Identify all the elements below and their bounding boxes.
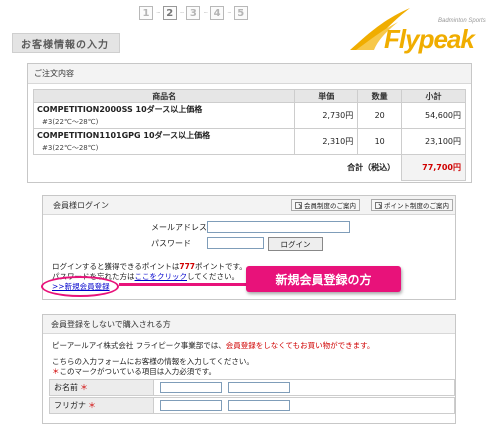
required-mark: ＊ [52, 367, 60, 376]
email-label: メールアドレス [151, 223, 207, 232]
member-guide-label: 会員制度のご案内 [304, 202, 356, 210]
required-note-line: ＊このマークがついている項目は入力必須です。 [52, 366, 216, 377]
guest-intro-prefix: ピーアールアイ株式会社 フライピーク事業部では、 [52, 341, 226, 350]
point-guide-label: ポイント制度のご案内 [384, 202, 449, 210]
login-section-title: 会員様ログイン 会員制度のご案内 ポイント制度のご案内 [43, 196, 455, 215]
points-note: ログインすると獲得できるポイントは777ポイントです。 [52, 262, 247, 272]
first-name-kana-field[interactable] [228, 400, 290, 411]
callout-connector [119, 283, 259, 286]
required-mark: ＊ [80, 383, 88, 392]
total-label: 合計（税込） [347, 163, 396, 173]
order-table: 商品名 単価 数量 小計 COMPETITION2000SS 10ダース以上価格… [32, 89, 466, 181]
member-guide-button[interactable]: 会員制度のご案内 [291, 199, 360, 211]
product-cell: COMPETITION2000SS 10ダース以上価格 #3(22℃～28℃) [32, 102, 296, 129]
subtotal: 54,600円 [401, 102, 466, 129]
table-row: COMPETITION1101GPG 10ダース以上価格 #3(22℃～28℃)… [32, 128, 466, 155]
product-name: COMPETITION1101GPG 10ダース以上価格 [37, 131, 211, 140]
logo-text: Flypeak [384, 24, 475, 54]
new-registration-callout: 新規会員登録の方 [246, 266, 401, 292]
point-guide-button[interactable]: ポイント制度のご案内 [371, 199, 453, 211]
flypeak-logo[interactable]: Badminton Sports Flypeak [348, 6, 496, 54]
furigana-label-text: フリガナ [54, 401, 86, 410]
unit-price: 2,730円 [294, 102, 359, 129]
name-field-row: お名前＊ [49, 379, 455, 396]
step-separator: ··· [203, 9, 208, 17]
last-name-kana-field[interactable] [160, 400, 222, 411]
step-1: 1 [139, 6, 153, 20]
checkbox-icon [375, 201, 382, 209]
points-note-prefix: ログインすると獲得できるポイントは [52, 262, 180, 271]
total-value: 77,700円 [401, 154, 466, 181]
checkbox-icon [295, 201, 302, 209]
required-mark: ＊ [88, 401, 96, 410]
step-4: 4 [210, 6, 225, 20]
column-header-price: 単価 [294, 89, 359, 103]
password-label: パスワード [151, 239, 191, 248]
product-note: #3(22℃～28℃) [42, 144, 99, 152]
product-cell: COMPETITION1101GPG 10ダース以上価格 #3(22℃～28℃) [32, 128, 296, 155]
step-separator: ··· [156, 9, 161, 17]
quantity: 20 [357, 102, 403, 129]
required-note-text: このマークがついている項目は入力必須です。 [59, 367, 217, 376]
subtotal: 23,100円 [401, 128, 466, 155]
quantity: 10 [357, 128, 403, 155]
points-value: 777 [179, 262, 196, 271]
order-table-header: 商品名 単価 数量 小計 [32, 89, 466, 103]
points-note-suffix: ポイントです。 [195, 262, 247, 271]
step-2-current: 2 [162, 6, 177, 20]
order-section-title: ご注文内容 [28, 64, 471, 84]
guest-intro-highlight: 会員登録をしなくてもお買い物ができます。 [225, 341, 375, 350]
step-3: 3 [186, 6, 201, 20]
step-separator: ··· [179, 9, 185, 17]
column-header-subtotal: 小計 [401, 89, 466, 103]
forgot-password-link[interactable]: ここをクリック [135, 272, 188, 281]
step-5: 5 [233, 6, 248, 20]
name-label-text: お名前 [54, 383, 78, 392]
guest-section-title: 会員登録をしないで購入される方 [43, 315, 455, 334]
forgot-suffix: してください。 [187, 272, 240, 281]
name-label: お名前＊ [50, 380, 154, 395]
furigana-field-row: フリガナ＊ [49, 397, 455, 414]
product-note: #3(22℃～28℃) [42, 118, 99, 126]
password-field[interactable] [207, 237, 264, 249]
step-separator: ··· [227, 9, 232, 17]
highlight-ellipse [41, 276, 119, 297]
step-indicator: 1 ··· 2 ··· 3 ··· 4 ··· 5 [139, 6, 248, 20]
column-header-product: 商品名 [32, 89, 296, 103]
guest-intro-line: ピーアールアイ株式会社 フライピーク事業部では、会員登録をしなくてもお買い物がで… [52, 340, 374, 351]
table-row: COMPETITION2000SS 10ダース以上価格 #3(22℃～28℃) … [32, 102, 466, 129]
order-summary-section: ご注文内容 商品名 単価 数量 小計 COMPETITION2000SS 10ダ… [27, 63, 472, 183]
page-title: お客様情報の入力 [12, 33, 120, 53]
product-name: COMPETITION2000SS 10ダース以上価格 [37, 105, 203, 114]
unit-price: 2,310円 [294, 128, 359, 155]
email-field[interactable] [207, 221, 350, 233]
first-name-field[interactable] [228, 382, 290, 393]
login-title-text: 会員様ログイン [53, 200, 109, 210]
last-name-field[interactable] [160, 382, 222, 393]
login-button[interactable]: ログイン [268, 237, 323, 251]
total-row: 合計（税込） 77,700円 [34, 154, 466, 181]
column-header-qty: 数量 [357, 89, 403, 103]
